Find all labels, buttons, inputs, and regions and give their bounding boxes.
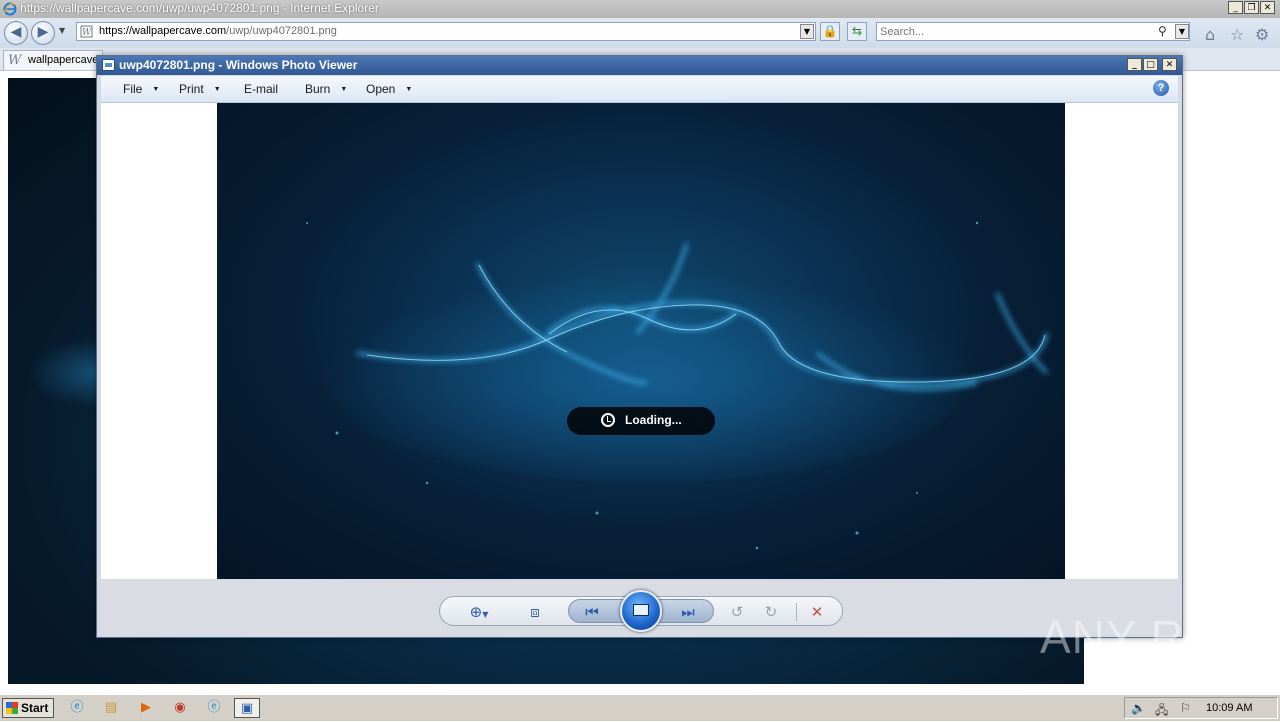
tools-gear-icon[interactable]: ⚙	[1255, 25, 1269, 44]
search-icon[interactable]: ⚲	[1158, 24, 1167, 38]
url-path: /uwp/uwp4072801.png	[226, 25, 337, 37]
slideshow-button[interactable]	[620, 590, 662, 632]
taskbar-chrome-icon[interactable]: ◉	[167, 698, 193, 718]
address-url[interactable]: https://wallpapercave.com/uwp/uwp4072801…	[99, 25, 337, 37]
clock-icon	[601, 413, 615, 427]
home-icon[interactable]: ⌂	[1205, 25, 1215, 44]
pv-maximize-button[interactable]: □	[1143, 58, 1158, 71]
menu-print-label: Print	[179, 82, 204, 96]
displayed-photo: Loading...	[217, 103, 1065, 579]
pv-close-button[interactable]: ✕	[1162, 58, 1177, 71]
ie-toolbar: ◀ ▶ ▼ W https://wallpapercave.com/uwp/uw…	[0, 18, 1280, 48]
address-dropdown-button[interactable]: ▼	[800, 24, 814, 39]
ie-window-title: https://wallpapercave.com/uwp/uwp4072801…	[20, 1, 379, 15]
system-tray: 🔈 🖧 ⚐ 10:09 AM	[1124, 697, 1278, 719]
ie-minimize-button[interactable]: _	[1228, 1, 1243, 14]
delete-icon[interactable]: ✕	[806, 603, 828, 621]
windows-logo-icon	[6, 702, 18, 714]
photo-viewer-window: uwp4072801.png - Windows Photo Viewer _ …	[96, 55, 1183, 638]
ie-close-button[interactable]: ✕	[1260, 1, 1275, 14]
menu-file-label: File	[123, 82, 143, 96]
photo-canvas: Loading...	[101, 103, 1178, 579]
taskbar: Start ⓔ ▤ ▶ ◉ ⓔ ▣ 🔈 🖧 ⚐ 10:09 AM	[0, 694, 1280, 721]
lock-icon: 🔒	[822, 24, 838, 38]
pv-minimize-button[interactable]: _	[1127, 58, 1142, 71]
chevron-down-icon: ▼	[152, 86, 160, 94]
menu-open-label: Open	[366, 82, 396, 96]
taskbar-clock[interactable]: 10:09 AM	[1206, 702, 1252, 714]
network-icon[interactable]: 🖧	[1155, 701, 1168, 722]
next-icon[interactable]: ⏭	[677, 603, 699, 621]
loading-text: Loading...	[625, 413, 682, 427]
anyrun-watermark: ANY RUN	[1040, 611, 1254, 663]
photo-viewer-app-icon	[102, 59, 115, 71]
forward-arrow-icon: ▶	[37, 24, 49, 40]
slideshow-icon	[633, 604, 649, 616]
tab-label: wallpapercave	[28, 54, 99, 66]
taskbar-photo-viewer-icon[interactable]: ▣	[234, 698, 260, 718]
history-dropdown-icon[interactable]: ▼	[59, 26, 65, 35]
taskbar-edge-icon[interactable]: ⓔ	[201, 698, 227, 718]
page-icon: W	[80, 25, 93, 38]
ie-restore-button[interactable]: ❐	[1244, 1, 1259, 14]
actual-size-icon[interactable]: ⧈	[524, 603, 546, 621]
favorites-star-icon[interactable]: ☆	[1230, 25, 1244, 44]
back-arrow-icon: ◀	[10, 24, 22, 40]
forward-button[interactable]: ▶	[31, 21, 55, 45]
ie-titlebar: https://wallpapercave.com/uwp/uwp4072801…	[0, 0, 1280, 18]
security-lock-button[interactable]: 🔒	[820, 22, 840, 41]
photo-viewer-titlebar: uwp4072801.png - Windows Photo Viewer _ …	[97, 56, 1182, 75]
volume-icon[interactable]: 🔈	[1131, 701, 1146, 715]
url-host: https://wallpapercave.com	[99, 25, 227, 37]
search-box[interactable]: ⚲	[876, 22, 1190, 41]
menu-print[interactable]: Print ▼	[179, 82, 221, 96]
taskbar-media-player-icon[interactable]: ▶	[133, 698, 159, 718]
photo-viewer-controlbar: ⊕▼ ⧈ ⏮ ⏭ ↺ ↻ ✕	[101, 580, 1178, 635]
menu-open[interactable]: Open ▼	[366, 82, 412, 96]
svg-text:W: W	[82, 28, 92, 38]
refresh-button[interactable]: ⇆	[847, 22, 867, 41]
previous-icon[interactable]: ⏮	[581, 603, 603, 621]
back-button[interactable]: ◀	[4, 21, 28, 45]
controls-pill: ⊕▼ ⧈ ⏮ ⏭ ↺ ↻ ✕	[439, 590, 843, 632]
nebula-artwork	[306, 221, 1049, 550]
rotate-ccw-icon[interactable]: ↺	[726, 603, 748, 621]
ie-tab[interactable]: W wallpapercave	[3, 50, 103, 70]
loading-indicator: Loading...	[567, 407, 715, 435]
search-input[interactable]	[880, 24, 1150, 39]
refresh-icon: ⇆	[851, 24, 863, 38]
action-center-flag-icon[interactable]: ⚐	[1180, 701, 1191, 715]
chevron-down-icon: ▼	[213, 86, 221, 94]
address-bar[interactable]: W https://wallpapercave.com/uwp/uwp40728…	[76, 22, 816, 41]
menu-burn[interactable]: Burn ▼	[305, 82, 347, 96]
site-favicon-icon: W	[8, 53, 22, 68]
menu-email[interactable]: E-mail	[244, 82, 278, 96]
menu-email-label: E-mail	[244, 82, 279, 96]
photo-viewer-title: uwp4072801.png - Windows Photo Viewer	[119, 58, 358, 72]
help-icon[interactable]: ?	[1153, 80, 1169, 96]
chevron-down-icon: ▼	[405, 86, 413, 94]
chevron-down-icon: ▼	[340, 86, 348, 94]
toolbar-separator	[796, 603, 797, 621]
photo-viewer-menubar: File ▼ Print ▼ E-mail Burn ▼ Open ▼ ?	[101, 76, 1178, 103]
rotate-cw-icon[interactable]: ↻	[760, 603, 782, 621]
menu-file[interactable]: File ▼	[123, 82, 159, 96]
start-button[interactable]: Start	[2, 698, 54, 718]
taskbar-explorer-icon[interactable]: ▤	[98, 698, 124, 718]
taskbar-ie-icon[interactable]: ⓔ	[64, 698, 90, 718]
menu-burn-label: Burn	[305, 82, 331, 96]
start-label: Start	[21, 701, 49, 715]
search-dropdown-button[interactable]: ▼	[1175, 24, 1189, 39]
ie-logo-icon	[3, 2, 17, 16]
zoom-icon[interactable]: ⊕▼	[468, 603, 490, 621]
